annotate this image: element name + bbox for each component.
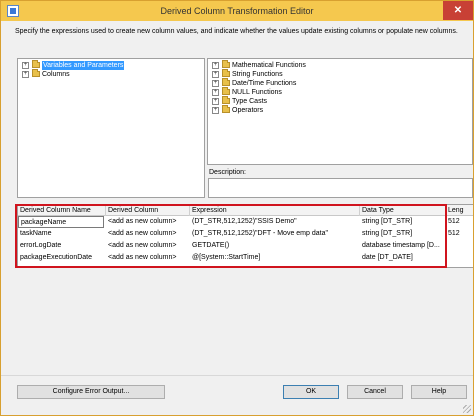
expand-icon[interactable]: + [212, 107, 219, 114]
length-cell[interactable] [446, 240, 473, 252]
folder-icon [222, 78, 230, 86]
instructions-text: Specify the expressions used to create n… [15, 28, 458, 35]
length-cell[interactable]: 512 [446, 216, 473, 228]
footer-divider [1, 375, 473, 376]
window-title: Derived Column Transformation Editor [160, 6, 314, 16]
tree-item-label: Operators [232, 107, 264, 114]
expand-icon[interactable]: + [22, 71, 29, 78]
expand-icon[interactable]: + [22, 62, 29, 69]
expand-icon[interactable]: + [212, 71, 219, 78]
help-button[interactable]: Help [411, 385, 467, 399]
title-bar[interactable]: Derived Column Transformation Editor ✕ [1, 1, 473, 21]
editor-window: Derived Column Transformation Editor ✕ S… [0, 0, 474, 416]
tree-item-label: Mathematical Functions [232, 62, 306, 69]
tree-item-label: Type Casts [232, 98, 268, 105]
highlight-box [15, 204, 447, 268]
configure-error-output-button[interactable]: Configure Error Output... [17, 385, 165, 399]
resize-grip[interactable] [463, 405, 471, 413]
header-length[interactable]: Leng [446, 205, 473, 216]
close-button[interactable]: ✕ [443, 1, 473, 20]
tree-item-label: NULL Functions [232, 89, 282, 96]
description-box [208, 178, 473, 198]
cancel-button[interactable]: Cancel [347, 385, 403, 399]
length-cell[interactable]: 512 [446, 228, 473, 240]
variables-columns-tree[interactable]: + Variables and Parameters + Columns [17, 58, 205, 198]
description-label: Description: [209, 169, 246, 176]
tree-item-label: String Functions [232, 71, 283, 78]
functions-tree[interactable]: + Mathematical Functions + String Functi… [207, 58, 473, 165]
folder-icon [222, 96, 230, 104]
ok-button[interactable]: OK [283, 385, 339, 399]
folder-icon [222, 60, 230, 68]
expand-icon[interactable]: + [212, 80, 219, 87]
expand-icon[interactable]: + [212, 98, 219, 105]
expand-icon[interactable]: + [212, 89, 219, 96]
folder-icon [222, 87, 230, 95]
length-cell[interactable] [446, 252, 473, 264]
tree-item-label: Variables and Parameters [42, 61, 125, 70]
folder-icon [32, 69, 40, 77]
folder-icon [222, 105, 230, 113]
folder-icon [222, 69, 230, 77]
tree-item-label: Columns [42, 71, 70, 78]
folder-icon [32, 60, 40, 68]
tree-item-label: Date/Time Functions [232, 80, 297, 87]
expand-icon[interactable]: + [212, 62, 219, 69]
